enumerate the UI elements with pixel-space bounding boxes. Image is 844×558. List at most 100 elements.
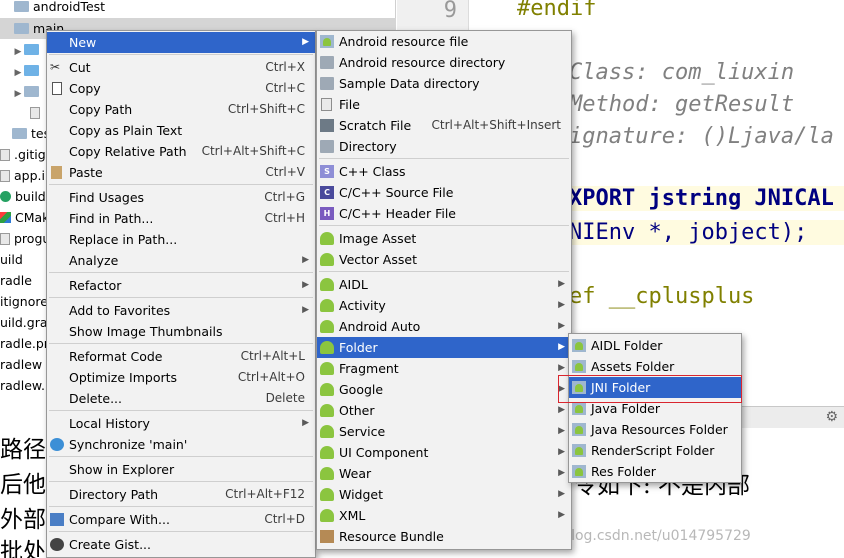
submenu-arrow-icon: ▶: [302, 280, 309, 290]
menu-item-synchronize[interactable]: Synchronize 'main': [47, 434, 315, 455]
android-folder-icon: [572, 402, 586, 415]
menu-item-ui-component[interactable]: UI Component ▶: [317, 442, 571, 463]
menu-item-renderscript-folder[interactable]: RenderScript Folder: [569, 440, 741, 461]
tree-item-folder-2[interactable]: ▶: [12, 60, 43, 81]
menu-item-directory-path[interactable]: Directory Path Ctrl+Alt+F12: [47, 484, 315, 505]
menu-item-aidl[interactable]: AIDL ▶: [317, 274, 571, 295]
menu-item-directory[interactable]: Directory: [317, 136, 571, 157]
folder-icon: [24, 44, 39, 55]
menu-item-cpp-class[interactable]: S C++ Class: [317, 161, 571, 182]
menu-separator: [49, 272, 313, 273]
menu-separator: [49, 343, 313, 344]
file-icon: [0, 170, 10, 182]
copy-icon: [52, 82, 62, 95]
folder-icon: [320, 140, 334, 153]
sync-icon: [50, 438, 64, 451]
menu-item-c-header-file[interactable]: H C/C++ Header File: [317, 203, 571, 224]
menu-item-vector-asset[interactable]: Vector Asset: [317, 249, 571, 270]
submenu-arrow-icon: ▶: [302, 37, 309, 47]
menu-separator: [319, 225, 569, 226]
menu-item-activity[interactable]: Activity ▶: [317, 295, 571, 316]
menu-item-google[interactable]: Google ▶: [317, 379, 571, 400]
folder-icon: [12, 128, 27, 139]
gist-icon: [50, 538, 64, 551]
code-line: Class: com_liuxin: [569, 60, 795, 85]
android-icon: [320, 278, 334, 291]
menu-item-show-in-explorer[interactable]: Show in Explorer: [47, 459, 315, 480]
menu-item-wear[interactable]: Wear ▶: [317, 463, 571, 484]
submenu-arrow-icon: ▶: [302, 255, 309, 265]
menu-item-add-to-favorites[interactable]: Add to Favorites ▶: [47, 300, 315, 321]
menu-item-optimize-imports[interactable]: Optimize Imports Ctrl+Alt+O: [47, 367, 315, 388]
code-line: #endif: [517, 0, 597, 21]
menu-item-service[interactable]: Service ▶: [317, 421, 571, 442]
menu-item-copy[interactable]: Copy Ctrl+C: [47, 78, 315, 99]
menu-item-fragment[interactable]: Fragment ▶: [317, 358, 571, 379]
menu-item-show-image-thumbnails[interactable]: Show Image Thumbnails: [47, 321, 315, 342]
menu-item-reformat-code[interactable]: Reformat Code Ctrl+Alt+L: [47, 346, 315, 367]
paste-icon: [51, 166, 62, 179]
tree-item-gradle-properties[interactable]: radle.pr: [0, 333, 49, 354]
menu-separator: [49, 410, 313, 411]
android-icon: [320, 362, 334, 375]
menu-separator: [49, 531, 313, 532]
menu-item-copy-path[interactable]: Copy Path Ctrl+Shift+C: [47, 99, 315, 120]
menu-item-xml[interactable]: XML ▶: [317, 505, 571, 526]
file-icon: [321, 98, 332, 111]
menu-item-paste[interactable]: Paste Ctrl+V: [47, 162, 315, 183]
menu-item-resource-bundle[interactable]: Resource Bundle: [317, 526, 571, 547]
line-number: 9: [443, 0, 457, 23]
menu-item-copy-relative-path[interactable]: Copy Relative Path Ctrl+Alt+Shift+C: [47, 141, 315, 162]
android-icon: [320, 404, 334, 417]
tree-item-gradlew[interactable]: radlew: [0, 354, 42, 375]
menu-item-analyze[interactable]: Analyze ▶: [47, 250, 315, 271]
menu-item-image-asset[interactable]: Image Asset: [317, 228, 571, 249]
menu-item-refactor[interactable]: Refactor ▶: [47, 275, 315, 296]
tree-item-folder-1[interactable]: ▶: [12, 39, 43, 60]
submenu-arrow-icon: ▶: [558, 342, 565, 352]
menu-item-res-folder[interactable]: Res Folder: [569, 461, 741, 482]
tree-item-gradlew-bat[interactable]: radlew.b: [0, 375, 53, 396]
tree-item-test[interactable]: tes: [12, 123, 50, 144]
menu-item-file[interactable]: File: [317, 94, 571, 115]
tree-item-cmakelists[interactable]: CMak: [0, 207, 49, 228]
tree-item-build[interactable]: uild: [0, 249, 23, 270]
menu-item-replace-in-path[interactable]: Replace in Path...: [47, 229, 315, 250]
menu-item-assets-folder[interactable]: Assets Folder: [569, 356, 741, 377]
menu-item-android-resource-file[interactable]: Android resource file: [317, 31, 571, 52]
menu-item-cut[interactable]: ✂ Cut Ctrl+X: [47, 57, 315, 78]
tree-item-proguard[interactable]: progu: [0, 228, 50, 249]
cpp-class-icon: S: [320, 165, 334, 178]
menu-item-other[interactable]: Other ▶: [317, 400, 571, 421]
tree-item-gradle[interactable]: radle: [0, 270, 32, 291]
gear-icon[interactable]: ⚙: [825, 409, 838, 425]
menu-item-compare-with[interactable]: Compare With... Ctrl+D: [47, 509, 315, 530]
menu-item-sample-data-directory[interactable]: Sample Data directory: [317, 73, 571, 94]
tree-item-androidtest[interactable]: androidTest: [14, 0, 105, 17]
menu-item-scratch-file[interactable]: Scratch File Ctrl+Alt+Shift+Insert: [317, 115, 571, 136]
tree-item-app-iml[interactable]: app.in: [0, 165, 53, 186]
android-icon: [320, 446, 334, 459]
tree-item-gitignore-root[interactable]: itignore: [0, 291, 48, 312]
menu-item-new[interactable]: New ▶: [47, 32, 315, 53]
tree-item-file-1[interactable]: [30, 102, 44, 123]
doc-text-line: 后他: [0, 472, 46, 498]
menu-item-find-usages[interactable]: Find Usages Ctrl+G: [47, 187, 315, 208]
menu-item-create-gist[interactable]: Create Gist...: [47, 534, 315, 555]
menu-item-copy-plain-text[interactable]: Copy as Plain Text: [47, 120, 315, 141]
cmake-icon: [0, 212, 11, 223]
menu-item-c-source-file[interactable]: C C/C++ Source File: [317, 182, 571, 203]
menu-item-find-in-path[interactable]: Find in Path... Ctrl+H: [47, 208, 315, 229]
file-icon: [0, 233, 10, 245]
menu-item-folder[interactable]: Folder ▶: [317, 337, 571, 358]
menu-item-java-resources-folder[interactable]: Java Resources Folder: [569, 419, 741, 440]
menu-item-aidl-folder[interactable]: AIDL Folder: [569, 335, 741, 356]
menu-item-android-auto[interactable]: Android Auto ▶: [317, 316, 571, 337]
tree-item-folder-3[interactable]: ▶: [12, 81, 43, 102]
menu-item-local-history[interactable]: Local History ▶: [47, 413, 315, 434]
menu-item-android-resource-directory[interactable]: Android resource directory: [317, 52, 571, 73]
android-icon: [320, 232, 334, 245]
folder-icon: [320, 77, 334, 90]
menu-item-widget[interactable]: Widget ▶: [317, 484, 571, 505]
menu-item-delete[interactable]: Delete... Delete: [47, 388, 315, 409]
